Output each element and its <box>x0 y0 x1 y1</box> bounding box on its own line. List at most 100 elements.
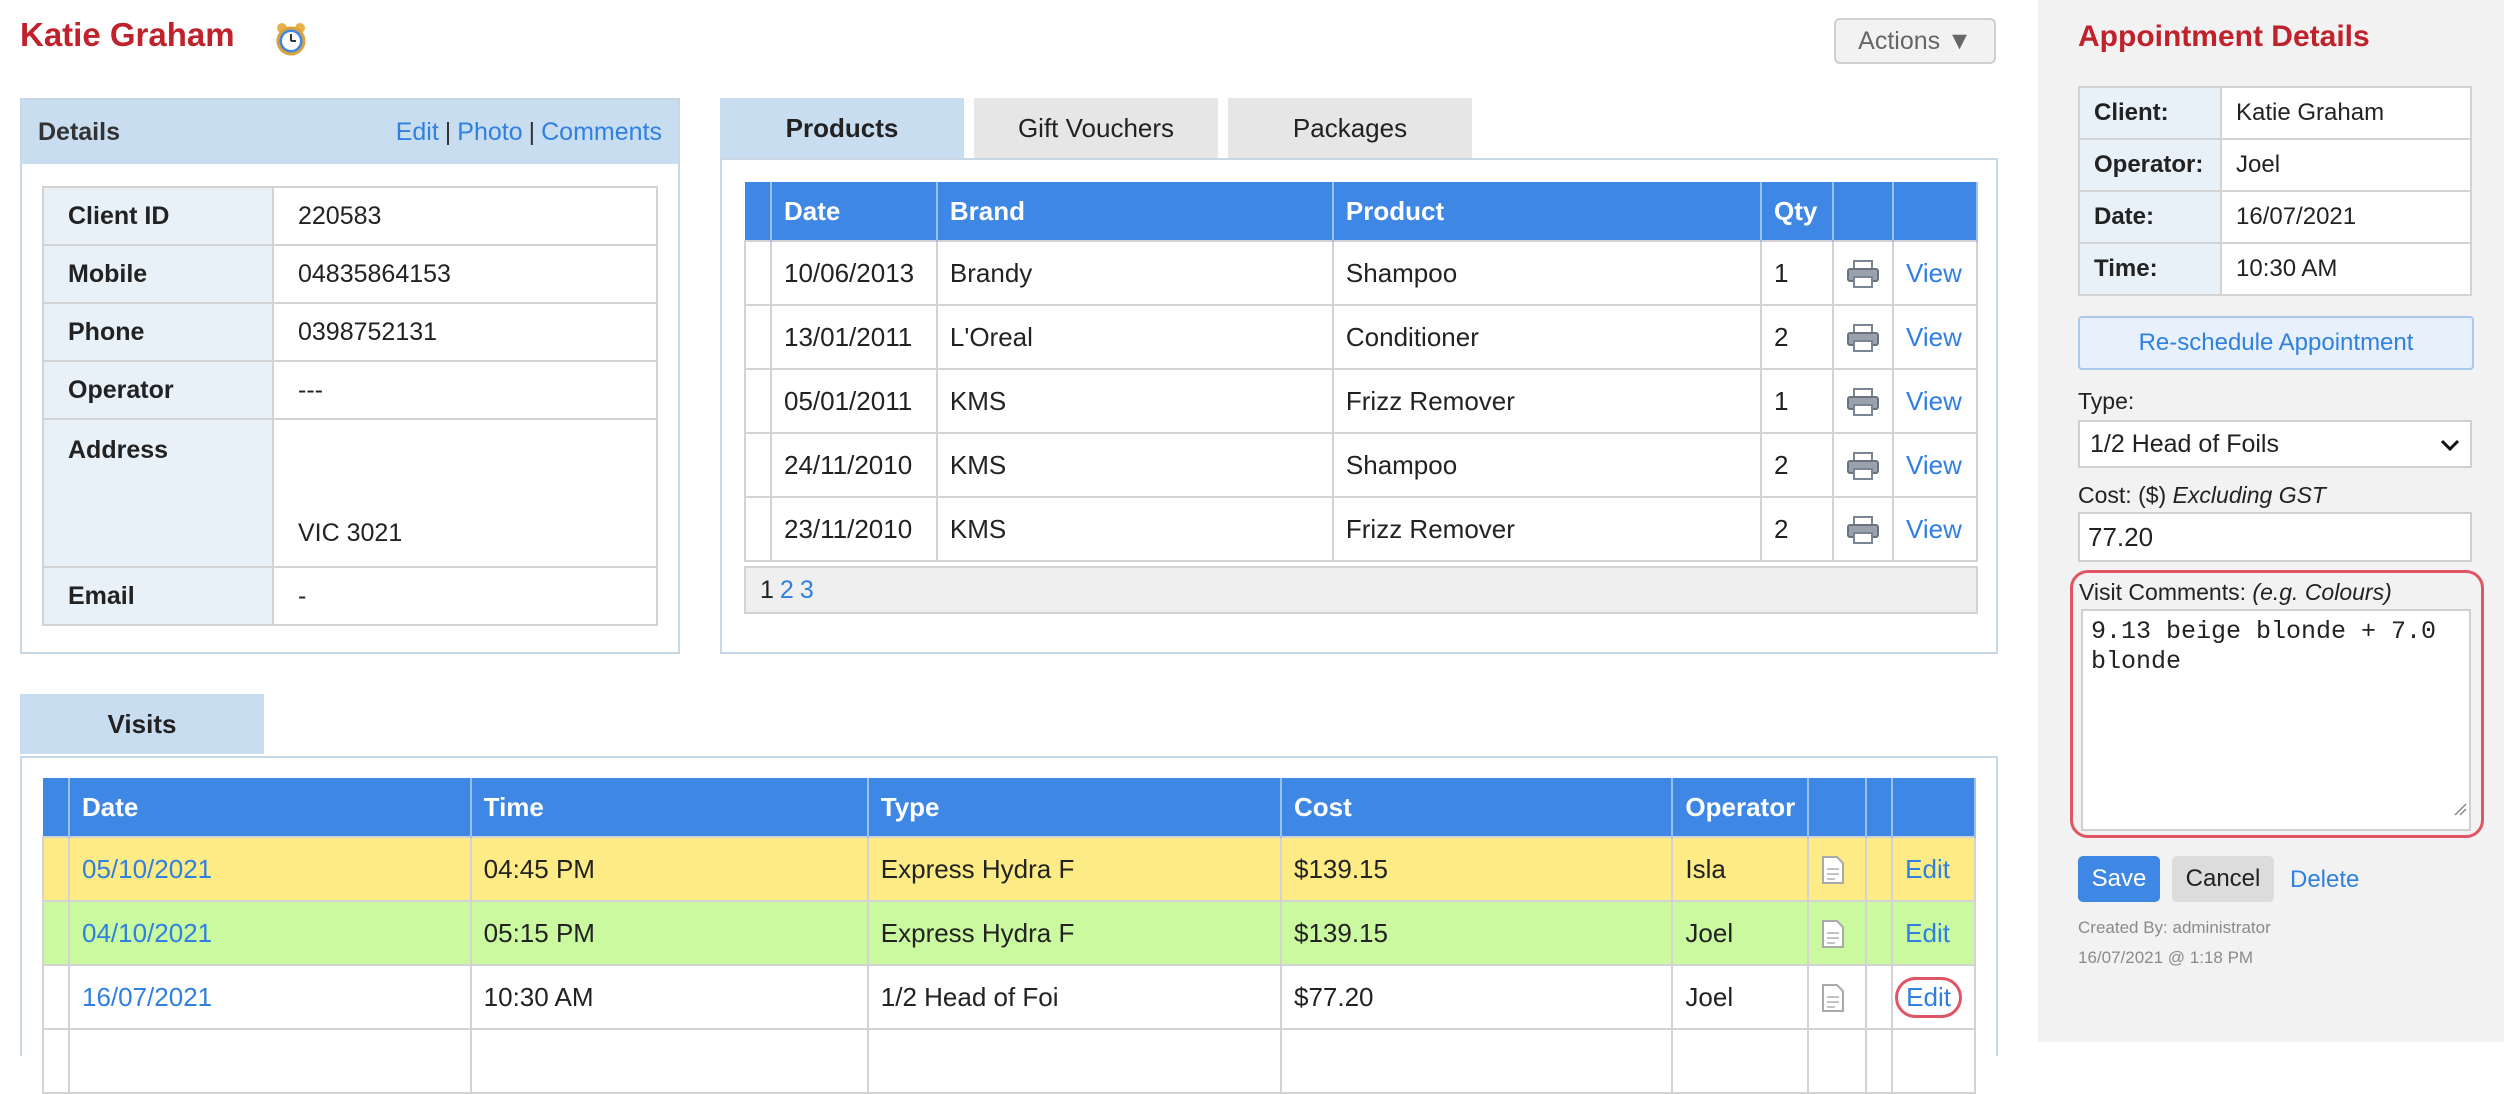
details-value: - <box>272 566 658 626</box>
cost-input[interactable]: 77.20 <box>2078 512 2472 562</box>
visit-cost: $77.20 <box>1279 964 1674 1030</box>
edit-visit-link[interactable]: Edit <box>1891 836 1976 902</box>
details-value: 04835864153 <box>272 244 658 304</box>
col-visit-cost[interactable]: Cost <box>1280 778 1674 837</box>
product-date: 10/06/2013 <box>769 240 938 306</box>
type-select-value: 1/2 Head of Foils <box>2090 429 2279 458</box>
page-link-3[interactable]: 3 <box>800 576 814 605</box>
appointment-table: Client: Katie Graham Operator: Joel Date: 1… <box>2078 86 2472 296</box>
visit-date-link[interactable]: 16/07/2021 <box>67 964 472 1030</box>
document-icon[interactable] <box>1807 900 1868 966</box>
product-brand: Brandy <box>935 240 1334 306</box>
col-visit-time[interactable]: Time <box>470 778 869 837</box>
client-name: Katie Graham <box>20 16 235 53</box>
table-row[interactable]: 04/10/2021 05:15 PM Express Hydra F $139… <box>42 900 1976 966</box>
document-icon[interactable] <box>1807 836 1868 902</box>
product-brand: KMS <box>935 496 1334 562</box>
table-row[interactable]: 05/10/2021 04:45 PM Express Hydra F $139… <box>42 836 1976 902</box>
col-date[interactable]: Date <box>770 182 938 241</box>
printer-icon[interactable] <box>1831 368 1894 434</box>
visits-table: Date Time Type Cost Operator 05/10/2021 … <box>42 778 1976 1094</box>
view-link[interactable]: View <box>1891 432 1979 498</box>
cost-label-wrap: Cost: ($) Excluding GST <box>2078 482 2326 509</box>
details-label: Client ID <box>42 186 274 246</box>
col-qty[interactable]: Qty <box>1761 182 1834 241</box>
visit-operator: Joel <box>1671 964 1810 1030</box>
visit-date-link[interactable]: 04/10/2021 <box>67 900 472 966</box>
cancel-button[interactable]: Cancel <box>2172 856 2274 902</box>
edit-link[interactable]: Edit <box>396 118 439 146</box>
product-qty: 2 <box>1760 432 1834 498</box>
resize-grip-icon[interactable] <box>2451 800 2467 821</box>
edit-visit-link[interactable]: Edit <box>1891 900 1976 966</box>
visit-type: Express Hydra F <box>866 836 1282 902</box>
table-row: 23/11/2010 KMS Frizz Remover 2 View <box>744 496 1979 562</box>
product-date: 23/11/2010 <box>769 496 938 562</box>
products-panel: Date Brand Product Qty 10/06/2013 Brandy… <box>720 158 1998 654</box>
visits-panel: Date Time Type Cost Operator 05/10/2021 … <box>20 756 1998 1094</box>
printer-icon[interactable] <box>1831 432 1894 498</box>
col-visit-date[interactable]: Date <box>68 778 472 837</box>
pagination: 1 2 3 <box>744 566 1978 614</box>
details-value: 220583 <box>272 186 658 246</box>
tab-products[interactable]: Products <box>720 98 964 158</box>
actions-button[interactable]: Actions ▼ <box>1834 18 1996 64</box>
photo-link[interactable]: Photo <box>457 118 522 146</box>
comments-label: Visit Comments: <box>2079 579 2247 605</box>
visit-time: 10:30 AM <box>469 964 869 1030</box>
edit-visit-link[interactable]: Edit <box>1895 976 1962 1018</box>
products-table: Date Brand Product Qty 10/06/2013 Brandy… <box>744 182 1979 562</box>
page-link-2[interactable]: 2 <box>780 576 794 605</box>
chevron-down-icon <box>2440 430 2460 459</box>
details-table: Client ID 220583 Mobile 04835864153 Phone 0… <box>42 186 658 626</box>
product-date: 05/01/2011 <box>769 368 938 434</box>
visit-date-link[interactable]: 05/10/2021 <box>67 836 472 902</box>
save-button[interactable]: Save <box>2078 856 2160 902</box>
product-name: Shampoo <box>1331 240 1763 306</box>
details-label: Operator <box>42 360 274 420</box>
product-name: Conditioner <box>1331 304 1763 370</box>
type-select[interactable]: 1/2 Head of Foils <box>2078 420 2472 468</box>
created-at: 16/07/2021 @ 1:18 PM <box>2078 948 2254 967</box>
visit-type: 1/2 Head of Foi <box>866 964 1282 1030</box>
view-link[interactable]: View <box>1891 368 1979 434</box>
col-visit-type[interactable]: Type <box>867 778 1282 837</box>
appointment-title: Appointment Details <box>2078 20 2370 53</box>
visit-type: Express Hydra F <box>866 900 1282 966</box>
tab-gift-vouchers[interactable]: Gift Vouchers <box>974 98 1218 158</box>
product-brand: KMS <box>935 368 1334 434</box>
printer-icon[interactable] <box>1831 496 1894 562</box>
col-product[interactable]: Product <box>1332 182 1763 241</box>
product-name: Frizz Remover <box>1331 496 1763 562</box>
view-link[interactable]: View <box>1891 496 1979 562</box>
table-row[interactable]: 16/07/2021 10:30 AM 1/2 Head of Foi $77.… <box>42 964 1976 1030</box>
delete-link[interactable]: Delete <box>2290 866 2359 894</box>
view-link[interactable]: View <box>1891 240 1979 306</box>
comments-note: (e.g. Colours) <box>2252 579 2392 605</box>
cost-label: Cost: ($) <box>2078 482 2167 508</box>
visit-comments-textarea[interactable]: 9.13 beige blonde + 7.0 blonde <box>2081 609 2471 831</box>
visit-time: 04:45 PM <box>469 836 869 902</box>
table-row <box>42 1028 1976 1094</box>
col-brand[interactable]: Brand <box>936 182 1334 241</box>
col-print <box>1832 182 1894 241</box>
col-visit-operator[interactable]: Operator <box>1672 778 1810 837</box>
details-title: Details <box>38 117 120 146</box>
document-icon[interactable] <box>1807 964 1868 1030</box>
comments-label-wrap: Visit Comments: (e.g. Colours) <box>2079 579 2392 606</box>
appt-value: 10:30 AM <box>2220 242 2472 296</box>
printer-icon[interactable] <box>1831 304 1894 370</box>
reschedule-button[interactable]: Re-schedule Appointment <box>2078 316 2474 370</box>
comments-link[interactable]: Comments <box>541 118 662 146</box>
printer-icon[interactable] <box>1831 240 1894 306</box>
alarm-clock-icon[interactable] <box>272 20 310 58</box>
appt-value: Joel <box>2220 138 2472 192</box>
created-by: Created By: administrator <box>2078 918 2271 937</box>
details-value: 0398752131 <box>272 302 658 362</box>
view-link[interactable]: View <box>1891 304 1979 370</box>
tab-packages[interactable]: Packages <box>1228 98 1472 158</box>
details-links: Edit | Photo | Comments <box>395 117 662 146</box>
product-brand: L'Oreal <box>935 304 1334 370</box>
product-brand: KMS <box>935 432 1334 498</box>
tab-visits[interactable]: Visits <box>20 694 264 754</box>
